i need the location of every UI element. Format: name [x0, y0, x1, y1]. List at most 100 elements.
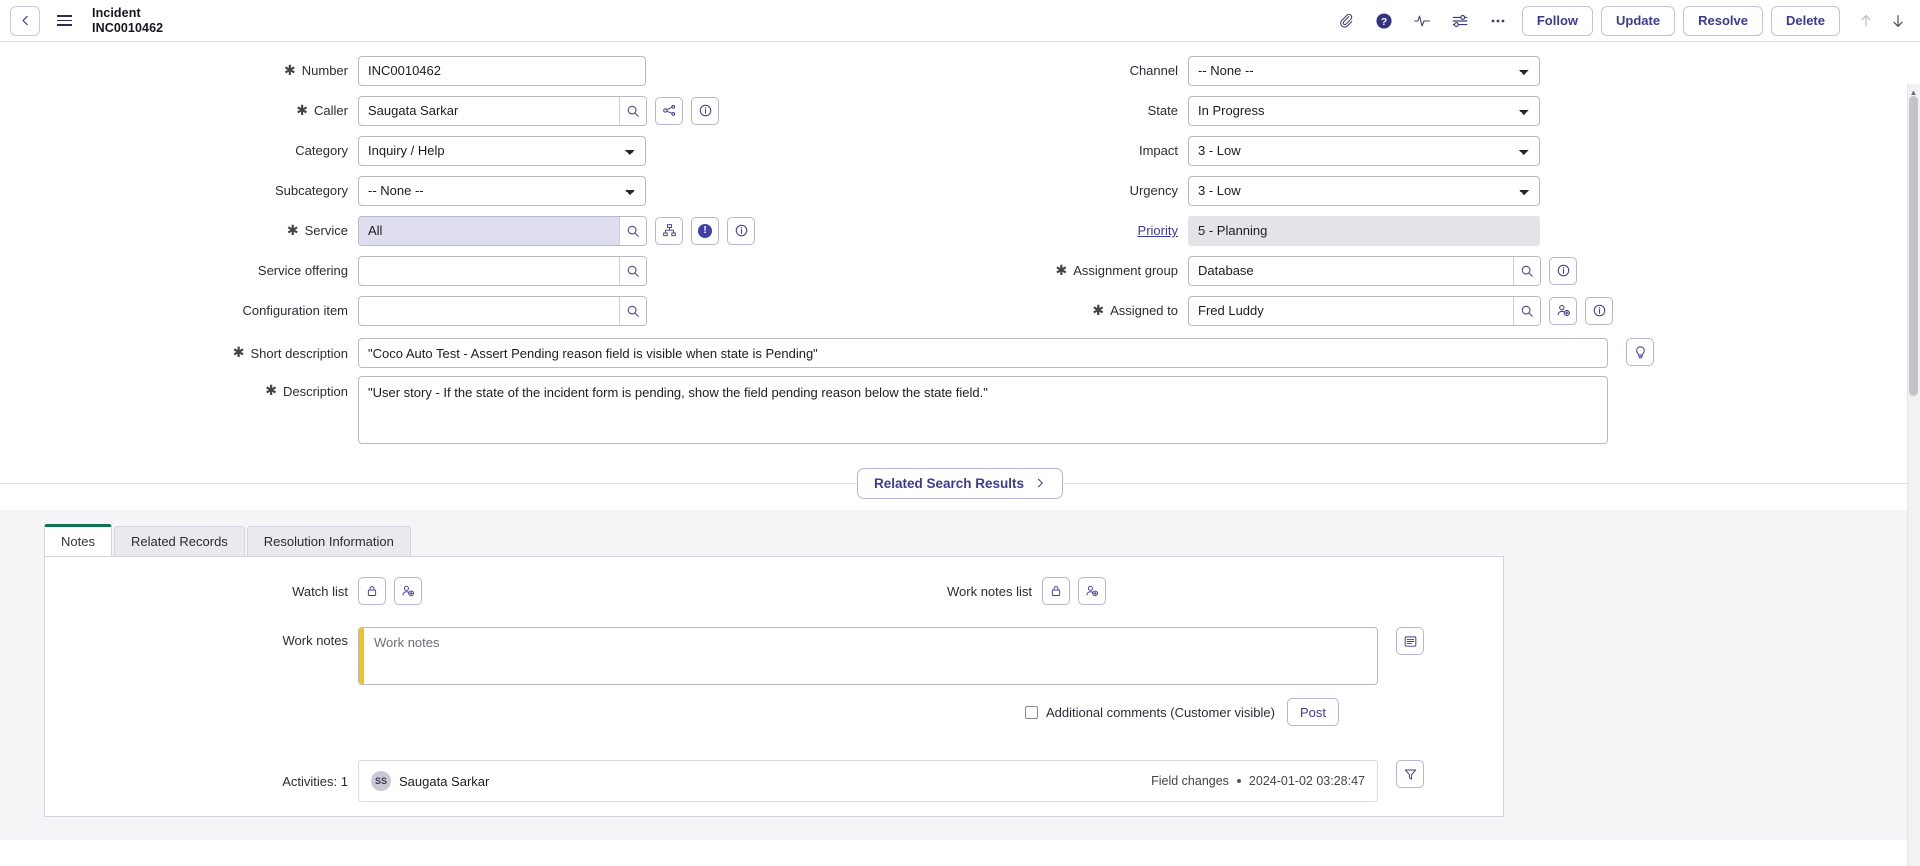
label-short-description: ✱ Short description: [0, 338, 358, 368]
field-row-service-offering: Service offering: [0, 254, 948, 287]
back-button[interactable]: [10, 5, 40, 36]
more-options-icon[interactable]: [1488, 11, 1508, 31]
activity-timestamp: 2024-01-02 03:28:47: [1248, 774, 1365, 788]
post-button[interactable]: Post: [1286, 698, 1339, 726]
caller-info-button[interactable]: [691, 96, 719, 125]
related-search-results-button[interactable]: Related Search Results: [856, 467, 1064, 499]
service-alert-button[interactable]: !: [691, 216, 719, 245]
assigned-to-input[interactable]: [1189, 296, 1513, 325]
assigned-to-info-button[interactable]: [1585, 296, 1613, 325]
subcategory-select[interactable]: -- None --: [358, 175, 646, 206]
activity-author: Saugata Sarkar: [399, 773, 490, 789]
category-select[interactable]: Inquiry / Help: [358, 135, 646, 166]
priority-label-link[interactable]: Priority: [1138, 223, 1178, 238]
watch-list-add-person-button[interactable]: [394, 577, 422, 605]
work-notes-textarea[interactable]: [364, 628, 1377, 684]
form-fields-area: ✱ Number ✱ Caller: [0, 42, 1920, 500]
work-notes-journal-button[interactable]: [1396, 627, 1424, 655]
required-indicator-icon: ✱: [286, 222, 299, 239]
label-state-text: State: [1147, 103, 1178, 118]
post-row: Additional comments (Customer visible) P…: [45, 698, 1503, 726]
add-person-icon: [1086, 585, 1098, 597]
form-scroll-region[interactable]: ✱ Number ✱ Caller: [0, 42, 1920, 866]
control-number: [358, 55, 646, 86]
configuration-item-lookup-button[interactable]: [619, 296, 646, 325]
resolve-button[interactable]: Resolve: [1683, 5, 1763, 36]
hierarchy-icon: [662, 224, 676, 237]
tab-resolution-information[interactable]: Resolution Information: [246, 526, 411, 556]
caller-lookup-button[interactable]: [619, 96, 646, 125]
channel-select[interactable]: -- None --: [1188, 55, 1540, 86]
service-lookup-button[interactable]: [619, 216, 646, 245]
activity-entry[interactable]: SS Saugata Sarkar Field changes 2024-01-…: [358, 760, 1378, 802]
urgency-select[interactable]: 3 - Low: [1188, 175, 1540, 206]
configuration-item-input[interactable]: [359, 296, 619, 325]
activity-icon[interactable]: [1412, 11, 1432, 31]
label-assignment-group: ✱ Assignment group: [948, 263, 1188, 278]
field-row-urgency: Urgency 3 - Low: [948, 174, 1896, 207]
service-hierarchy-button[interactable]: [655, 216, 683, 245]
follow-button[interactable]: Follow: [1521, 5, 1594, 36]
info-icon: [699, 104, 711, 117]
impact-select[interactable]: 3 - Low: [1188, 135, 1540, 166]
menu-toggle-button[interactable]: [50, 6, 78, 36]
watch-lists-row: Watch list Work notes list: [45, 577, 1503, 605]
description-textarea[interactable]: "User story - If the state of the incide…: [358, 376, 1608, 444]
next-record-icon[interactable]: [1890, 13, 1906, 29]
service-info-button[interactable]: [727, 216, 755, 245]
assigned-to-add-person-button[interactable]: [1549, 296, 1577, 325]
label-subcategory: Subcategory: [0, 183, 358, 198]
required-indicator-icon: ✱: [232, 345, 245, 361]
control-urgency: 3 - Low: [1188, 175, 1540, 206]
delete-button[interactable]: Delete: [1770, 5, 1840, 36]
state-select[interactable]: In Progress: [1188, 95, 1540, 126]
related-search-results-label: Related Search Results: [873, 475, 1025, 491]
service-offering-lookup-button[interactable]: [619, 256, 646, 285]
label-urgency: Urgency: [948, 183, 1188, 198]
service-offering-input[interactable]: [359, 256, 619, 285]
activity-meta: Field changes 2024-01-02 03:28:47: [1151, 774, 1365, 788]
watch-list-lock-button[interactable]: [358, 577, 386, 605]
service-reference-field: [358, 215, 647, 246]
control-state: In Progress: [1188, 95, 1540, 126]
hamburger-icon-line: [56, 19, 72, 22]
scrollbar-thumb[interactable]: [1909, 96, 1918, 396]
service-offering-reference-field: [358, 255, 647, 286]
label-service-offering-text: Service offering: [257, 263, 348, 278]
work-notes-list-add-person-button[interactable]: [1078, 577, 1106, 605]
label-description: ✱ Description: [0, 376, 358, 406]
servicenow-incident-form: Incident INC0010462 ? Follow Update Reso…: [0, 0, 1920, 866]
label-priority: Priority: [948, 223, 1188, 238]
assignment-group-lookup-button[interactable]: [1513, 256, 1540, 285]
required-indicator-icon: ✱: [1055, 262, 1068, 279]
caller-input[interactable]: [359, 96, 619, 125]
service-input[interactable]: [359, 216, 619, 245]
short-description-input[interactable]: [358, 338, 1608, 368]
field-row-short-description: ✱ Short description: [0, 338, 1920, 368]
assigned-to-lookup-button[interactable]: [1513, 296, 1540, 325]
page-title-table: Incident: [92, 6, 141, 21]
update-button[interactable]: Update: [1601, 5, 1676, 36]
short-description-suggestion-button[interactable]: [1626, 338, 1654, 366]
caller-reference-field: [358, 95, 647, 126]
activities-row: Activities: 1 SS Saugata Sarkar Field ch…: [45, 760, 1503, 802]
assignment-group-input[interactable]: [1189, 256, 1513, 285]
activities-filter-button[interactable]: [1396, 760, 1424, 788]
additional-comments-checkbox[interactable]: [1024, 705, 1038, 719]
vertical-scrollbar[interactable]: ▲ ▼: [1907, 84, 1920, 866]
attachment-icon[interactable]: [1336, 11, 1356, 31]
assignment-group-info-button[interactable]: [1549, 256, 1577, 285]
search-icon: [1521, 265, 1533, 277]
previous-record-icon[interactable]: [1858, 13, 1874, 29]
personalize-icon[interactable]: [1450, 11, 1470, 31]
caller-relationship-graph-button[interactable]: [655, 96, 683, 125]
tab-notes[interactable]: Notes: [44, 524, 112, 556]
label-description-text: Description: [282, 383, 348, 399]
number-input[interactable]: [358, 55, 646, 86]
search-icon: [1521, 305, 1533, 317]
label-urgency-text: Urgency: [1129, 183, 1178, 198]
help-icon[interactable]: ?: [1374, 11, 1394, 31]
additional-comments-label: Additional comments (Customer visible): [1045, 704, 1275, 720]
work-notes-list-lock-button[interactable]: [1042, 577, 1070, 605]
tab-related-records[interactable]: Related Records: [113, 526, 245, 556]
